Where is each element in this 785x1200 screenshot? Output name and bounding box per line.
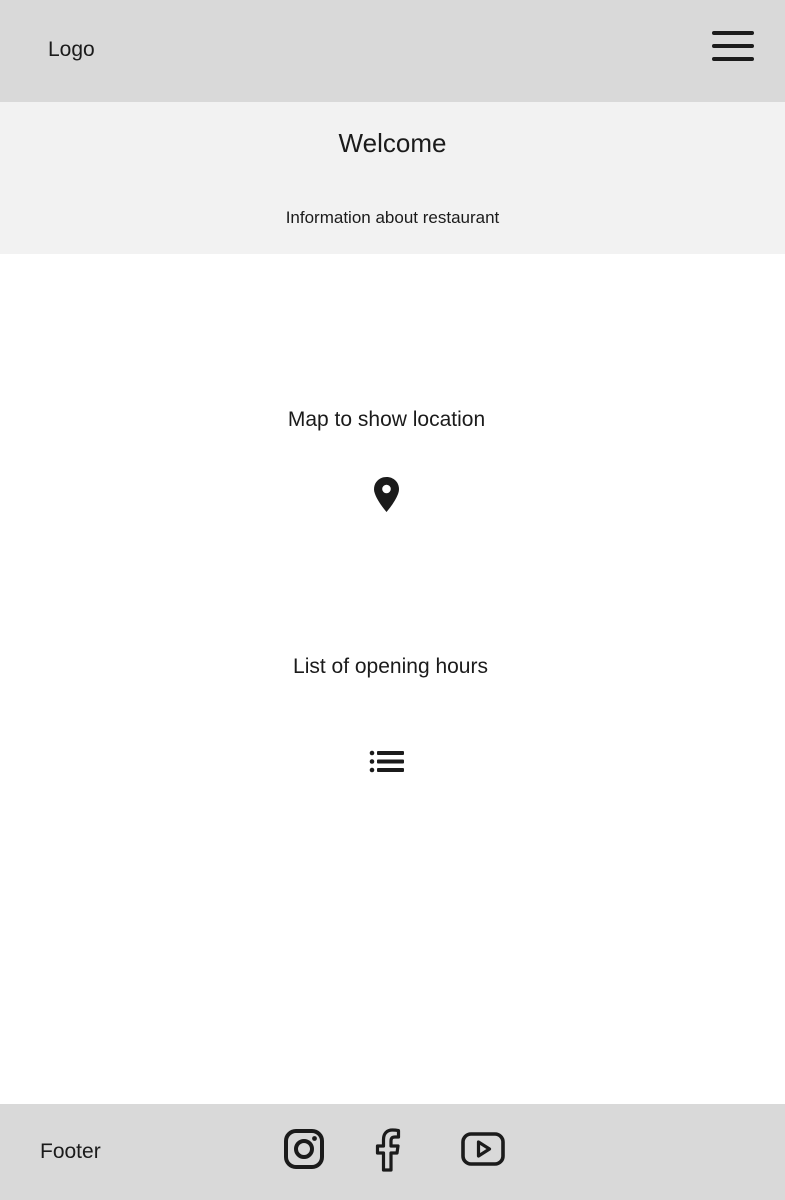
instagram-icon[interactable] <box>283 1128 325 1170</box>
map-label: Map to show location <box>287 408 486 431</box>
footer-label: Footer <box>40 1140 101 1163</box>
footer: Footer <box>0 1104 785 1200</box>
header: Logo <box>0 0 785 102</box>
facebook-icon[interactable] <box>372 1128 404 1172</box>
opening-hours-label: List of opening hours <box>293 655 488 678</box>
welcome-title: Welcome <box>338 128 447 158</box>
youtube-icon[interactable] <box>460 1130 506 1168</box>
restaurant-info: Information about restaurant <box>285 208 500 227</box>
logo[interactable]: Logo <box>48 36 95 64</box>
list-icon[interactable] <box>369 749 405 774</box>
welcome-section: Welcome Information about restaurant <box>0 102 785 254</box>
map-pin-icon[interactable] <box>372 476 401 513</box>
hamburger-menu-icon[interactable] <box>708 28 758 66</box>
